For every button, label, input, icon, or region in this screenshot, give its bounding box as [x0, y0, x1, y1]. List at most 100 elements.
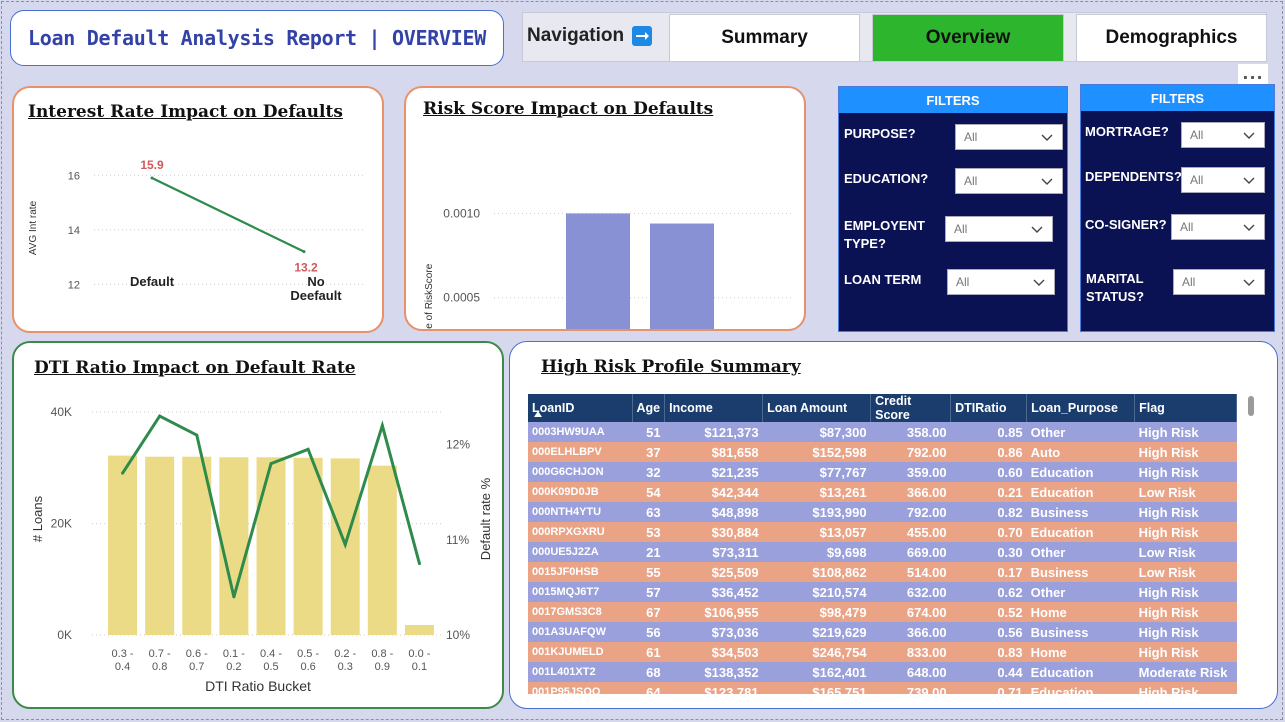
- column-header[interactable]: LoanID: [528, 394, 633, 422]
- column-header[interactable]: Age: [632, 394, 666, 422]
- table-cell: $121,373: [664, 422, 763, 442]
- data-point: [380, 424, 384, 428]
- table-cell: $98,479: [762, 602, 871, 622]
- nav-demographics-button[interactable]: Demographics: [1076, 14, 1267, 62]
- table-cell: $25,509: [664, 562, 763, 582]
- table-cell: 56: [632, 622, 665, 642]
- table-cell: 21: [632, 542, 665, 562]
- table-row[interactable]: 000UE5J2ZA 21 $73,311 $9,698 669.00 0.30 Other…: [528, 542, 1237, 562]
- table-cell: High Risk: [1134, 422, 1237, 442]
- table-cell: $13,057: [762, 522, 871, 542]
- bar: [566, 213, 630, 329]
- risk-score-chart: 0.00000.00050.0010Average of RiskScoreDe…: [424, 206, 794, 329]
- table-row[interactable]: 001L401XT2 68 $138,352 $162,401 648.00 0.44 Ed…: [528, 662, 1237, 682]
- table-row[interactable]: 0017GMS3C8 67 $106,955 $98,479 674.00 0.52 Hom…: [528, 602, 1237, 622]
- y-tick-label: 40K: [51, 405, 72, 419]
- chevron-down-icon: [1041, 178, 1053, 185]
- chevron-down-icon: [1243, 132, 1255, 139]
- table-row[interactable]: 001KJUMELD 61 $34,503 $246,754 833.00 0.83 Hom…: [528, 642, 1237, 662]
- nav-summary-button[interactable]: Summary: [669, 14, 860, 62]
- data-point: [302, 250, 306, 254]
- filter-select-purpose[interactable]: All: [955, 124, 1063, 150]
- filter-value-marital-status: All: [1182, 275, 1196, 289]
- bar: [404, 624, 434, 635]
- table-row[interactable]: 000RPXGXRU 53 $30,884 $13,057 455.00 0.70 Educ…: [528, 522, 1237, 542]
- table-cell: 64: [632, 682, 665, 694]
- table-cell: $36,452: [664, 582, 763, 602]
- table-cell: $246,754: [762, 642, 871, 662]
- table-cell: 0015JF0HSB: [528, 562, 632, 582]
- report-title-box: Loan Default Analysis Report | OVERVIEW: [10, 10, 504, 66]
- column-header[interactable]: Credit Score: [870, 394, 952, 422]
- filter-label-mortgage: MORTRAGE?: [1085, 124, 1169, 139]
- filter-select-mortgage[interactable]: All: [1181, 122, 1265, 148]
- table-row[interactable]: 0015MQJ6T7 57 $36,452 $210,574 632.00 0.62 Oth…: [528, 582, 1237, 602]
- table-row[interactable]: 0003HW9UAA 51 $121,373 $87,300 358.00 0.85 Oth…: [528, 422, 1237, 442]
- table-cell: Education: [1026, 522, 1135, 542]
- table-cell: 000ELHLBPV: [528, 442, 632, 462]
- high-risk-table-wrapper[interactable]: LoanID Age Income Loan Amount Credit Score DT…: [528, 394, 1256, 694]
- y-axis-title: # Loans: [30, 495, 45, 542]
- column-header[interactable]: DTIRatio: [950, 394, 1028, 422]
- chevron-down-icon: [1243, 177, 1255, 184]
- table-cell: 55: [632, 562, 665, 582]
- table-cell: Education: [1026, 662, 1135, 682]
- table-header-row: LoanID Age Income Loan Amount Credit Score DT…: [528, 394, 1238, 422]
- filter-value-purpose: All: [964, 130, 978, 144]
- x-axis-title: DTI Ratio Bucket: [205, 678, 311, 694]
- table-cell: 0.70: [950, 522, 1027, 542]
- y-right-tick-label: 12%: [446, 438, 470, 452]
- table-cell: $73,311: [664, 542, 763, 562]
- table-cell: Education: [1026, 462, 1135, 482]
- table-cell: $73,036: [664, 622, 763, 642]
- filter-label-co-signer: CO-SIGNER?: [1085, 217, 1167, 232]
- dti-chart-card: DTI Ratio Impact on Default Rate 0K 20K 40…: [12, 341, 504, 709]
- table-scrollbar[interactable]: [1248, 396, 1254, 416]
- table-cell: Business: [1026, 622, 1135, 642]
- filter-select-co-signer[interactable]: All: [1171, 214, 1265, 240]
- table-cell: 0.83: [950, 642, 1027, 662]
- table-cell: 455.00: [870, 522, 951, 542]
- table-row[interactable]: 000K09D0JB 54 $42,344 $13,261 366.00 0.21 Educ…: [528, 482, 1237, 502]
- table-cell: Low Risk: [1134, 482, 1237, 502]
- table-row[interactable]: 000NTH4YTU 63 $48,898 $193,990 792.00 0.82 Bus…: [528, 502, 1237, 522]
- table-row[interactable]: 001A3UAFQW 56 $73,036 $219,629 366.00 0.56 Bus…: [528, 622, 1237, 642]
- filter-select-marital-status[interactable]: All: [1173, 269, 1265, 295]
- table-cell: 0015MQJ6T7: [528, 582, 632, 602]
- interest-rate-chart: 12 14 16 AVG Int rate 15.9 13.2 Default No Deefa…: [28, 158, 364, 303]
- nav-overview-button[interactable]: Overview: [872, 14, 1064, 62]
- table-row[interactable]: 0015JF0HSB 55 $25,509 $108,862 514.00 0.17 Bus…: [528, 562, 1237, 582]
- data-point: [121, 471, 125, 475]
- table-row[interactable]: 000G6CHJON 32 $21,235 $77,767 359.00 0.60 Educ…: [528, 462, 1237, 482]
- filter-select-dependents[interactable]: All: [1181, 167, 1265, 193]
- table-cell: High Risk: [1134, 682, 1237, 694]
- column-header[interactable]: Loan_Purpose: [1026, 394, 1136, 422]
- table-cell: 0.86: [950, 442, 1027, 462]
- table-row[interactable]: 000ELHLBPV 37 $81,658 $152,598 792.00 0.86 Aut…: [528, 442, 1237, 462]
- sort-ascending-icon[interactable]: [534, 411, 542, 417]
- table-cell: Business: [1026, 562, 1135, 582]
- table-cell: $210,574: [762, 582, 871, 602]
- table-cell: Low Risk: [1134, 562, 1237, 582]
- interest-rate-chart-card: Interest Rate Impact on Defaults 12 14 16 A…: [12, 86, 384, 333]
- x-tick-label: 0.0 -0.1: [408, 648, 430, 673]
- table-cell: 792.00: [870, 502, 951, 522]
- table-cell: 001A3UAFQW: [528, 622, 632, 642]
- table-row[interactable]: 001P95JSOO 64 $123,781 $165,751 739.00 0.71 Ed…: [528, 682, 1237, 694]
- interest-rate-chart-title: Interest Rate Impact on Defaults: [28, 102, 343, 122]
- chevron-down-icon: [1031, 226, 1043, 233]
- table-cell: $30,884: [664, 522, 763, 542]
- column-header[interactable]: Loan Amount: [762, 394, 872, 422]
- chevron-down-icon: [1243, 279, 1255, 286]
- y-axis-title: Average of RiskScore: [424, 263, 435, 329]
- filter-select-loan-term[interactable]: All: [947, 269, 1055, 295]
- column-header[interactable]: Income: [664, 394, 764, 422]
- filter-panel-left: FILTERS PURPOSE? All EDUCATION? All EMPL…: [838, 86, 1068, 332]
- filter-select-employment-type[interactable]: All: [945, 216, 1053, 242]
- table-cell: 366.00: [870, 622, 951, 642]
- x-tick-label: 0.8 -0.9: [371, 648, 393, 673]
- table-cell: Low Risk: [1134, 542, 1237, 562]
- column-header[interactable]: Flag: [1134, 394, 1238, 422]
- filter-select-education[interactable]: All: [955, 168, 1063, 194]
- table-cell: $138,352: [664, 662, 763, 682]
